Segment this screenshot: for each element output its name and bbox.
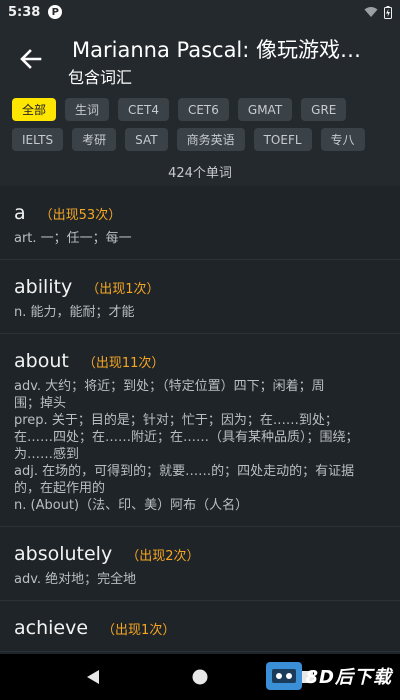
word-frequency: （出现1次）: [86, 282, 160, 297]
cassette-icon: [265, 662, 302, 690]
filter-chip-tem8[interactable]: 专八: [320, 128, 365, 151]
word-definition: art. 一；任一；每一: [14, 231, 132, 246]
list-item[interactable]: a （出现53次） art. 一；任一；每一: [0, 186, 400, 260]
watermark: 8D后下载: [265, 662, 392, 690]
nav-back-icon[interactable]: [86, 669, 100, 685]
list-item[interactable]: about （出现11次） adv. 大约；将近；到处；（特定位置）四下；闲着；…: [0, 334, 400, 527]
filter-chip-new-words[interactable]: 生词: [65, 98, 110, 121]
filter-chip-business-english[interactable]: 商务英语: [176, 128, 245, 151]
status-icons: [364, 5, 392, 19]
page-subtitle: 包含词汇: [68, 68, 133, 87]
list-item[interactable]: achieve （出现1次）: [0, 601, 400, 652]
filter-chip-ielts[interactable]: IELTS: [12, 128, 64, 151]
battery-icon: [384, 5, 392, 19]
word-definition: adv. 绝对地；完全地: [14, 572, 137, 587]
nav-home-icon[interactable]: [191, 668, 209, 686]
word-frequency: （出现1次）: [102, 623, 176, 638]
filter-chip-cet6[interactable]: CET6: [177, 98, 229, 121]
list-item[interactable]: ability （出现1次） n. 能力，能耐；才能: [0, 260, 400, 334]
watermark-text: 8D后下载: [305, 667, 392, 688]
filter-chip-sat[interactable]: SAT: [125, 128, 168, 151]
back-button[interactable]: [14, 42, 48, 76]
word-list[interactable]: a （出现53次） art. 一；任一；每一 ability （出现1次） n.…: [0, 186, 400, 654]
word-text: ability: [14, 276, 73, 298]
list-item[interactable]: absolutely （出现2次） adv. 绝对地；完全地: [0, 527, 400, 601]
word-frequency: （出现2次）: [126, 549, 200, 564]
word-definition: adv. 大约；将近；到处；（特定位置）四下；闲着；周 围；掉头 prep. 关…: [14, 379, 359, 513]
filter-chip-toefl[interactable]: TOEFL: [253, 128, 312, 151]
filter-chip-all[interactable]: 全部: [12, 98, 57, 121]
app-header: Marianna Pascal: 像玩游戏… 包含词汇: [0, 24, 400, 90]
word-text: about: [14, 350, 69, 372]
status-bar: 5:38 P: [0, 0, 400, 24]
page-title: Marianna Pascal: 像玩游戏…: [72, 38, 362, 62]
app-notification-icon: P: [48, 5, 63, 19]
filter-chip-kaoyan[interactable]: 考研: [72, 128, 117, 151]
status-time: 5:38: [8, 4, 41, 20]
word-text: absolutely: [14, 543, 113, 565]
filter-chip-gre[interactable]: GRE: [301, 98, 347, 121]
filter-chip-cet4[interactable]: CET4: [118, 98, 169, 121]
filter-row-1: 全部 生词 CET4 CET6 GMAT GRE: [12, 98, 400, 121]
filter-panel: 全部 生词 CET4 CET6 GMAT GRE IELTS 考研 SAT 商务…: [0, 90, 400, 186]
word-text: a: [14, 202, 26, 224]
filter-row-2: IELTS 考研 SAT 商务英语 TOEFL 专八: [12, 128, 400, 151]
word-definition: n. 能力，能耐；才能: [14, 305, 135, 320]
arrow-left-icon: [20, 49, 42, 69]
word-count: 424个单词: [168, 166, 232, 181]
wifi-icon: [364, 7, 378, 17]
word-text: achieve: [14, 617, 89, 639]
word-frequency: （出现11次）: [82, 356, 165, 371]
filter-chip-gmat[interactable]: GMAT: [237, 98, 293, 121]
word-frequency: （出现53次）: [39, 208, 122, 223]
